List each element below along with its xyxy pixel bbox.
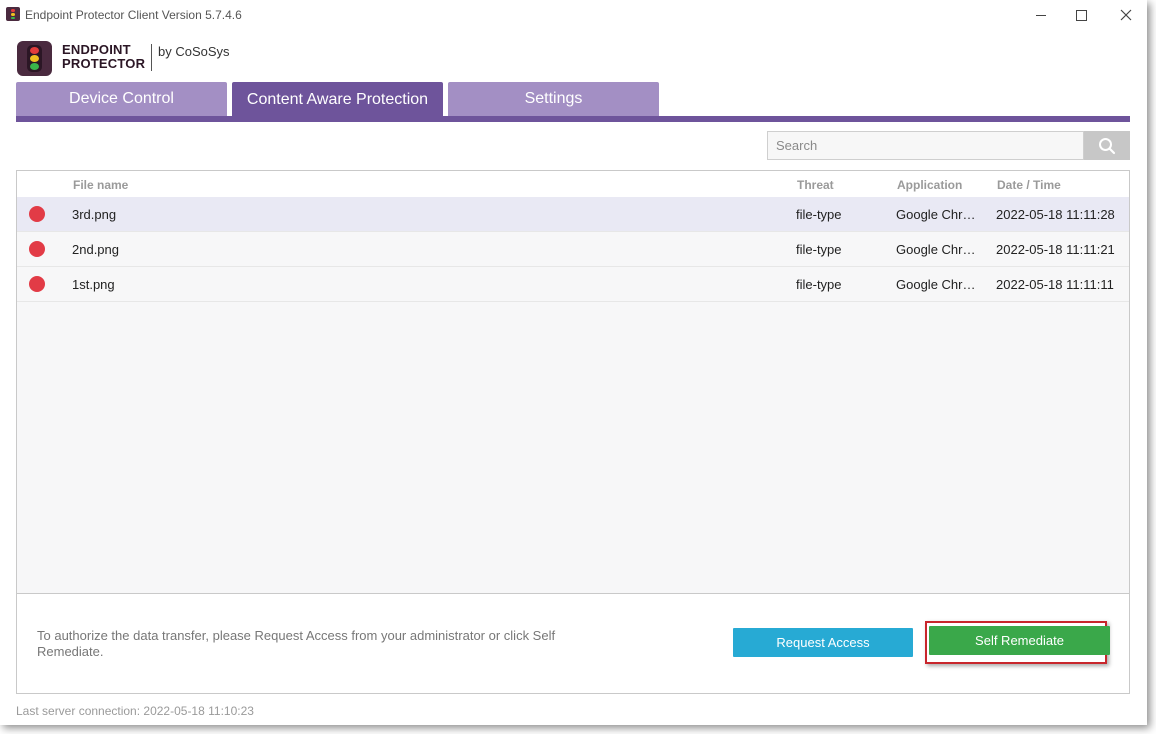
application-cell: Google Chr…: [896, 207, 976, 222]
threat-status-icon: [29, 241, 45, 257]
date-time-cell: 2022-05-18 11:11:11: [996, 277, 1114, 292]
close-button[interactable]: [1103, 0, 1147, 30]
logo-divider: [151, 44, 152, 71]
window-title: Endpoint Protector Client Version 5.7.4.…: [25, 8, 242, 22]
tab-device-control[interactable]: Device Control: [16, 82, 227, 116]
column-header-threat[interactable]: Threat: [797, 178, 834, 192]
app-icon: [6, 7, 20, 21]
date-time-cell: 2022-05-18 11:11:21: [996, 242, 1115, 257]
close-icon: [1120, 9, 1132, 21]
file-name-cell: 3rd.png: [72, 207, 117, 222]
threats-table: File name Threat Application Date / Time…: [16, 170, 1130, 594]
search-icon: [1099, 137, 1116, 154]
table-row[interactable]: 3rd.png file-type Google Chr… 2022-05-18…: [17, 197, 1129, 232]
table-row[interactable]: 1st.png file-type Google Chr… 2022-05-18…: [17, 267, 1129, 302]
threat-status-icon: [29, 206, 45, 222]
action-panel: To authorize the data transfer, please R…: [16, 594, 1130, 694]
search-button[interactable]: [1084, 131, 1130, 160]
traffic-light-logo-icon: [17, 41, 52, 76]
threat-cell: file-type: [796, 277, 842, 292]
table-header: File name Threat Application Date / Time: [17, 171, 1129, 197]
request-access-button[interactable]: Request Access: [733, 628, 913, 657]
threat-cell: file-type: [796, 207, 842, 222]
column-header-file-name[interactable]: File name: [73, 178, 128, 192]
logo-by-cososys: by CoSoSys: [158, 44, 230, 59]
application-cell: Google Chr…: [896, 242, 976, 257]
logo-text: ENDPOINT PROTECTOR: [62, 43, 145, 71]
threat-status-icon: [29, 276, 45, 292]
file-name-cell: 2nd.png: [72, 242, 119, 257]
tab-content-aware-protection[interactable]: Content Aware Protection: [232, 82, 443, 117]
column-header-date-time[interactable]: Date / Time: [997, 178, 1061, 192]
application-cell: Google Chr…: [896, 277, 976, 292]
app-window: Endpoint Protector Client Version 5.7.4.…: [0, 0, 1147, 725]
logo-line-2: PROTECTOR: [62, 56, 146, 71]
authorization-hint: To authorize the data transfer, please R…: [37, 628, 556, 659]
table-row[interactable]: 2nd.png file-type Google Chr… 2022-05-18…: [17, 232, 1129, 267]
tab-settings[interactable]: Settings: [448, 82, 659, 116]
maximize-icon: [1075, 9, 1087, 21]
search-input[interactable]: [767, 131, 1084, 160]
threat-cell: file-type: [796, 242, 842, 257]
minimize-icon: [1036, 14, 1046, 16]
date-time-cell: 2022-05-18 11:11:28: [996, 207, 1115, 222]
maximize-button[interactable]: [1058, 0, 1104, 30]
logo-line-1: ENDPOINT: [62, 42, 131, 57]
title-bar: Endpoint Protector Client Version 5.7.4.…: [0, 0, 1147, 30]
file-name-cell: 1st.png: [72, 277, 115, 292]
column-header-application[interactable]: Application: [897, 178, 962, 192]
last-server-connection: Last server connection: 2022-05-18 11:10…: [16, 704, 254, 718]
tab-underline: [16, 116, 1130, 122]
self-remediate-button[interactable]: Self Remediate: [929, 626, 1110, 655]
